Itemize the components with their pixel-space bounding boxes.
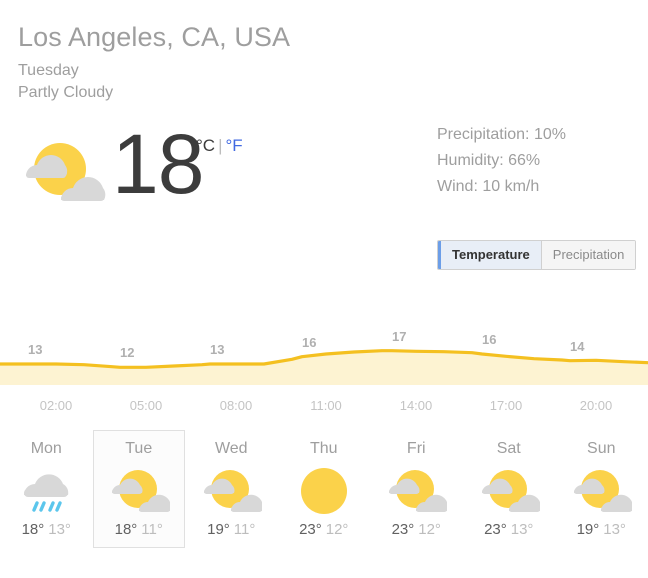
current-condition: Partly Cloudy xyxy=(18,84,114,101)
axis-tick-label: 08:00 xyxy=(219,398,253,413)
forecast-day-temps: 23° 12° xyxy=(371,521,462,539)
partly-cloudy-icon xyxy=(186,465,277,517)
chart-time-axis: 02:00 05:00 08:00 11:00 14:00 17:00 20:00 xyxy=(0,398,648,420)
forecast-day-sat[interactable]: Sat 23° 13° xyxy=(463,430,556,548)
forecast-high-temp: 19° xyxy=(576,521,600,538)
partly-cloudy-icon xyxy=(556,465,647,517)
forecast-day-temps: 19° 13° xyxy=(556,521,647,539)
partly-cloudy-icon xyxy=(14,136,106,206)
unit-toggle[interactable]: °C | °F xyxy=(196,136,243,156)
wind-stat: Wind: 10 km/h xyxy=(437,178,540,195)
forecast-day-name: Tue xyxy=(125,440,153,457)
current-conditions: 18 °C | °F Precipitation: 10% Humidity: 66… xyxy=(0,110,648,220)
fahrenheit-unit-button[interactable]: °F xyxy=(226,136,243,155)
hourly-temperature-chart[interactable] xyxy=(0,318,648,388)
forecast-day-name: Fri xyxy=(406,440,426,457)
celsius-unit-button[interactable]: °C xyxy=(196,136,215,155)
axis-tick-label: 05:00 xyxy=(129,398,163,413)
forecast-high-temp: 23° xyxy=(391,521,415,538)
partly-cloudy-icon xyxy=(94,465,185,517)
tab-temperature[interactable]: Temperature xyxy=(438,241,542,269)
forecast-day-fri[interactable]: Fri 23° 12° xyxy=(370,430,463,548)
axis-tick-label: 17:00 xyxy=(489,398,523,413)
forecast-day-temps: 19° 11° xyxy=(186,521,277,539)
forecast-day-temps: 23° 12° xyxy=(279,521,370,539)
precipitation-stat: Precipitation: 10% xyxy=(437,126,566,143)
forecast-high-temp: 19° xyxy=(207,521,230,538)
forecast-high-temp: 18° xyxy=(21,521,45,538)
forecast-day-name: Sun xyxy=(587,440,616,457)
daily-forecast[interactable]: Mon 18° 13° Tue 18° 11° Wed 19° 11° Thu 23° 12° Fri 2… xyxy=(0,430,648,548)
forecast-low-temp: 13° xyxy=(603,521,626,538)
axis-tick-label: 02:00 xyxy=(39,398,73,413)
forecast-day-mon[interactable]: Mon 18° 13° xyxy=(0,430,93,548)
current-temperature: 18 xyxy=(112,117,204,211)
forecast-high-temp: 23° xyxy=(299,521,322,538)
forecast-day-thu[interactable]: Thu 23° 12° xyxy=(278,430,371,548)
forecast-day-name: Mon xyxy=(30,440,62,457)
partly-cloudy-icon xyxy=(371,465,462,517)
forecast-day-sun[interactable]: Sun 19° 13° xyxy=(555,430,648,548)
forecast-day-name: Sat xyxy=(496,440,521,457)
axis-tick-label: 11:00 xyxy=(310,398,342,413)
forecast-low-temp: 12° xyxy=(418,521,441,538)
forecast-day-name: Wed xyxy=(214,440,248,457)
current-stats: Precipitation: 10% Humidity: 66% Wind: 1… xyxy=(437,122,566,200)
forecast-day-tue[interactable]: Tue 18° 11° xyxy=(92,430,185,548)
forecast-low-temp: 11° xyxy=(141,521,163,538)
page-title: Los Angeles, CA, USA xyxy=(18,22,291,52)
forecast-low-temp: 13° xyxy=(510,521,534,538)
forecast-day-wed[interactable]: Wed 19° 11° xyxy=(185,430,278,548)
weather-header: Los Angeles, CA, USA Tuesday Partly Clou… xyxy=(0,0,648,104)
axis-tick-label: 14:00 xyxy=(399,398,433,413)
forecast-low-temp: 12° xyxy=(325,521,349,538)
forecast-day-temps: 18° 11° xyxy=(94,521,185,539)
tab-precipitation[interactable]: Precipitation xyxy=(541,241,636,269)
axis-tick-label: 20:00 xyxy=(579,398,613,413)
sunny-icon xyxy=(279,465,370,517)
forecast-low-temp: 11° xyxy=(233,521,256,538)
forecast-day-temps: 18° 13° xyxy=(1,521,92,539)
current-weekday: Tuesday xyxy=(18,62,79,79)
chart-mode-tabs[interactable]: Temperature Precipitation xyxy=(437,240,637,270)
unit-separator: | xyxy=(218,136,223,155)
forecast-high-temp: 18° xyxy=(114,521,138,538)
forecast-high-temp: 23° xyxy=(484,521,507,538)
forecast-low-temp: 13° xyxy=(48,521,71,538)
humidity-stat: Humidity: 66% xyxy=(437,152,541,169)
forecast-day-name: Thu xyxy=(309,440,338,457)
rain-icon xyxy=(1,465,92,517)
partly-cloudy-icon xyxy=(464,465,555,517)
forecast-day-temps: 23° 13° xyxy=(464,521,555,539)
